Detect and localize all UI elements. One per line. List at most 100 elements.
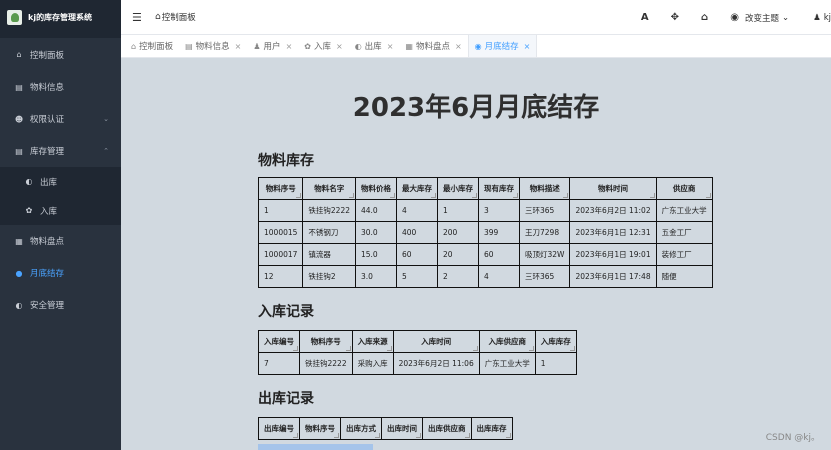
- column-header: 物料描述: [518, 177, 571, 200]
- app-title: kj的库存管理系统: [28, 13, 93, 22]
- menu-toggle-icon[interactable]: ☰: [132, 11, 147, 24]
- sidebar-item-label: 月底结存: [30, 269, 65, 279]
- table-cell: 44.0: [355, 199, 397, 222]
- sidebar-item-label: 安全管理: [30, 301, 65, 311]
- close-icon[interactable]: ×: [235, 42, 242, 51]
- sidebar-item-outbound[interactable]: ◐ 出库: [0, 167, 121, 196]
- sidebar-item-inbound[interactable]: ✿ 入库: [0, 196, 121, 225]
- tab-month-end[interactable]: ◉ 月底结存 ×: [467, 35, 538, 57]
- table-row: 1000017 镇流器 15.0 60 20 60 吸顶灯32W 2023年6月…: [257, 243, 713, 266]
- chevron-down-icon: ⌄: [103, 115, 109, 123]
- sidebar-item-month-end[interactable]: ● 月底结存: [0, 257, 121, 289]
- table-cell: 铁挂钩2222: [302, 199, 356, 222]
- tab-material-info[interactable]: ▤ 物料信息 ×: [179, 35, 247, 57]
- tab-outbound[interactable]: ◐ 出库 ×: [349, 35, 400, 57]
- shield-icon: ◐: [15, 300, 23, 310]
- inventory-table: 物料序号 物料名字 物料价格 最大库存 最小库存 现有库存 物料描述 物料时间 …: [257, 177, 713, 288]
- tab-inventory-check[interactable]: ▦ 物料盘点 ×: [399, 35, 467, 57]
- table-row: 7 铁挂钩2222 采购入库 2023年6月2日 11:06 广东工业大学 1: [258, 352, 577, 375]
- close-icon[interactable]: ×: [455, 42, 462, 51]
- home-icon[interactable]: ⌂: [701, 12, 708, 23]
- table-cell: 5: [396, 265, 438, 288]
- user-icon: ♟: [813, 12, 821, 23]
- table-cell: 广东工业大学: [655, 199, 713, 222]
- table-cell: 王刀7298: [518, 221, 571, 244]
- column-header: 入库时间: [392, 330, 480, 353]
- sidebar-item-security[interactable]: ◐ 安全管理: [0, 289, 121, 321]
- table-row: 12 铁挂钩2 3.0 5 2 4 三环365 2023年6月1日 17:48 …: [257, 265, 713, 288]
- column-header: 入库库存: [534, 330, 577, 353]
- tab-label: 物料信息: [195, 42, 230, 52]
- close-icon[interactable]: ×: [286, 42, 293, 51]
- table-cell: 400: [396, 221, 438, 244]
- column-header: 物料序号: [299, 330, 353, 353]
- home-icon: ⌂: [16, 50, 22, 59]
- dot-icon: ●: [15, 268, 23, 278]
- sidebar-item-label: 出库: [40, 177, 58, 188]
- table-cell: 2023年6月2日 11:06: [392, 352, 480, 375]
- table-cell: 铁挂钩2222: [299, 352, 353, 375]
- bottom-action-button[interactable]: [258, 444, 373, 450]
- brand: kj的库存管理系统: [0, 0, 121, 35]
- table-cell: 2023年6月1日 19:01: [569, 243, 657, 266]
- tab-label: 物料盘点: [415, 42, 450, 52]
- column-header: 物料序号: [257, 177, 304, 200]
- table-cell: 15.0: [355, 243, 397, 266]
- user-icon: ♟: [253, 41, 261, 51]
- watermark: CSDN @kj。: [765, 433, 820, 443]
- column-header: 入库编号: [258, 330, 300, 353]
- table-cell: 广东工业大学: [478, 352, 536, 375]
- archive-icon: ▤: [15, 146, 23, 156]
- table-cell: 采购入库: [351, 352, 394, 375]
- table-cell: 装修工厂: [655, 243, 713, 266]
- tab-dashboard[interactable]: ⌂ 控制面板: [125, 35, 179, 57]
- table-header-row: 物料序号 物料名字 物料价格 最大库存 最小库存 现有库存 物料描述 物料时间 …: [257, 177, 713, 200]
- column-header: 出库供应商: [422, 417, 472, 440]
- sidebar-item-auth[interactable]: ☻ 权限认证 ⌄: [0, 103, 121, 135]
- column-header: 物料名字: [302, 177, 356, 200]
- table-cell: 4: [478, 265, 520, 288]
- table-cell: 铁挂钩2: [302, 265, 356, 288]
- palette-icon: ◉: [730, 12, 739, 23]
- sidebar-item-dashboard[interactable]: ⌂ 控制面板: [0, 38, 121, 71]
- sidebar-item-inventory-check[interactable]: ▦ 物料盘点: [0, 225, 121, 257]
- tab-label: 月底结存: [484, 42, 519, 52]
- table-cell: 2023年6月1日 17:48: [569, 265, 657, 288]
- font-size-icon[interactable]: A: [641, 12, 649, 23]
- truck-icon: ▤: [15, 82, 23, 92]
- user-menu[interactable]: ♟ kj: [813, 13, 831, 23]
- sidebar-item-stock-management[interactable]: ▤ 库存管理 ⌃: [0, 135, 121, 167]
- tab-users[interactable]: ♟ 用户 ×: [247, 35, 298, 57]
- sidebar-item-label: 物料信息: [30, 83, 65, 93]
- sidebar-item-label: 库存管理: [30, 147, 65, 157]
- close-icon[interactable]: ×: [524, 42, 531, 51]
- main-content: 2023年6月月底结存 物料库存 物料序号 物料名字 物料价格 最大库存 最小库…: [121, 59, 831, 450]
- table-cell: 7: [258, 352, 300, 375]
- sidebar-item-label: 物料盘点: [30, 237, 65, 247]
- table-cell: 随便: [655, 265, 713, 288]
- tab-inbound[interactable]: ✿ 入库 ×: [298, 35, 348, 57]
- table-cell: 30.0: [355, 221, 397, 244]
- inbound-section-title: 入库记录: [258, 304, 314, 320]
- user-name: kj: [823, 12, 831, 23]
- inbound-table: 入库编号 物料序号 入库来源 入库时间 入库供应商 入库库存 7 铁挂钩2222…: [258, 330, 577, 375]
- theme-dropdown[interactable]: ◉ 改变主题 ⌄: [730, 12, 789, 24]
- pie-icon: ◐: [354, 41, 362, 51]
- tab-label: 控制面板: [139, 42, 174, 52]
- table-cell: 200: [437, 221, 479, 244]
- stock-submenu: ◐ 出库 ✿ 入库: [0, 167, 121, 225]
- fullscreen-icon[interactable]: ✥: [671, 12, 679, 23]
- table-cell: 2023年6月2日 11:02: [569, 199, 657, 222]
- table-cell: 2: [437, 265, 479, 288]
- breadcrumb[interactable]: ⌂ 控制面板: [155, 11, 196, 23]
- column-header: 物料价格: [355, 177, 397, 200]
- sidebar-item-material-info[interactable]: ▤ 物料信息: [0, 71, 121, 103]
- tab-label: 用户: [263, 42, 281, 52]
- table-cell: 镇流器: [302, 243, 356, 266]
- table-cell: 1: [437, 199, 479, 222]
- close-icon[interactable]: ×: [336, 42, 343, 51]
- dot-icon: ◉: [474, 41, 482, 51]
- close-icon[interactable]: ×: [387, 42, 394, 51]
- column-header: 最小库存: [437, 177, 479, 200]
- puzzle-icon: ✿: [304, 41, 311, 51]
